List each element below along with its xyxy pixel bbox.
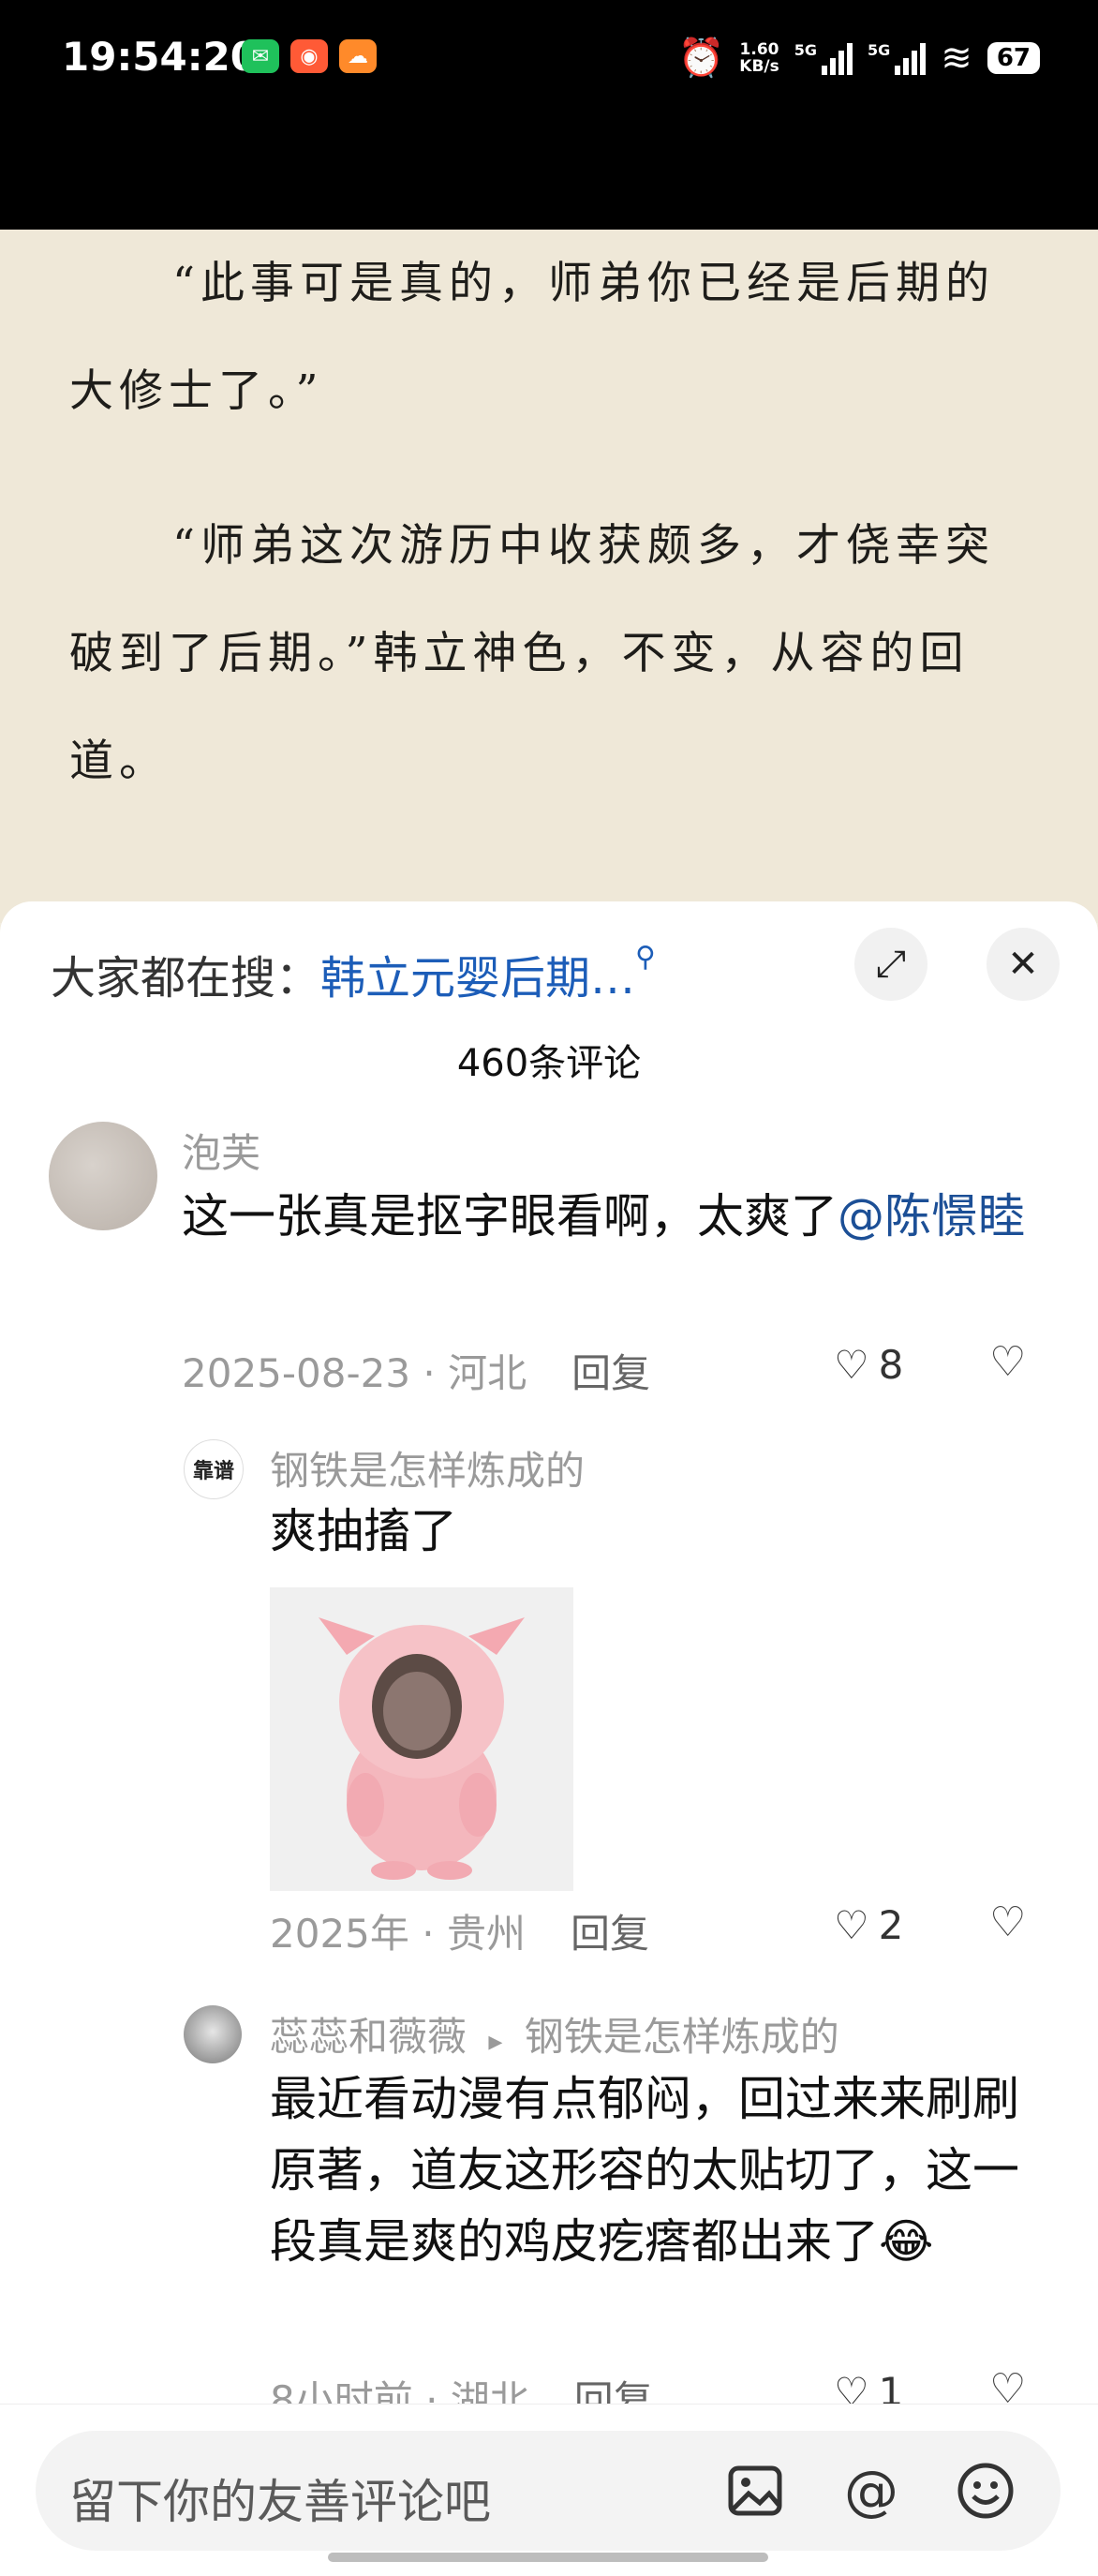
expand-button[interactable]: ⤢	[854, 928, 927, 1001]
trending-search-link[interactable]: 韩立元婴后期…	[320, 952, 635, 1005]
avatar[interactable]	[184, 2005, 242, 2063]
reply-to-username[interactable]: 钢铁是怎样炼成的	[525, 2014, 839, 2060]
heart-icon: ♡	[834, 1342, 869, 1388]
status-indicators: ⏰ 1.60 KB/s 5G 5G ≋ 67	[677, 36, 1040, 80]
comment-username[interactable]: 蕊蕊和薇薇	[270, 2014, 467, 2060]
status-time: 19:54:20	[62, 34, 258, 80]
dislike-icon[interactable]: ♡	[989, 1338, 1026, 1386]
meme-image[interactable]	[270, 1587, 573, 1891]
comment-composer: 留下你的友善评论吧 @	[0, 2404, 1098, 2576]
pig-sticker-icon	[319, 1617, 525, 1880]
dislike-icon[interactable]: ♡	[989, 1898, 1026, 1946]
wifi-icon: ≋	[941, 36, 972, 80]
like-count: 8	[878, 1342, 904, 1388]
search-icon: ⚲	[635, 941, 657, 974]
comment-count: 460条评论	[456, 1042, 642, 1085]
trending-search[interactable]: 大家都在搜：韩立元婴后期…⚲	[51, 941, 656, 1006]
comment-text: 最近看动漫有点郁闷，回过来来刷刷原著，道友这形容的太贴切了，这一段真是爽的鸡皮疙…	[270, 2072, 1019, 2269]
reader-paragraph: “师弟这次游历中收获颇多，才侥幸突破到了后期。”韩立神色，不变，从容的回道。	[69, 520, 996, 787]
expand-icon: ⤢	[876, 943, 906, 986]
comment-meta: 2025年 · 贵州 回复	[270, 1911, 649, 1957]
comment-text: 这一张真是抠字眼看啊，太爽了@陈憬睦	[182, 1189, 1025, 1243]
comment-text: 爽抽搐了	[270, 1504, 457, 1558]
signal-icon: 5G	[794, 41, 853, 75]
reply-arrow-icon: ▸	[488, 2025, 503, 2058]
reply-button[interactable]: 回复	[571, 1350, 650, 1396]
close-icon: ✕	[1007, 943, 1039, 986]
status-bar: 19:54:20 ✉ ◉ ☁ ⏰ 1.60 KB/s 5G 5G ≋ 67	[0, 0, 1098, 230]
like-count: 2	[878, 1902, 904, 1948]
like-button[interactable]: ♡ 8	[834, 1342, 903, 1388]
comment-input[interactable]: 留下你的友善评论吧 @	[36, 2431, 1061, 2551]
comment-username[interactable]: 钢铁是怎样炼成的	[270, 1439, 585, 1496]
reader-paragraph: “此事可是真的，师弟你已经是后期的大修士了。”	[69, 258, 996, 417]
comment-input-placeholder: 留下你的友善评论吧	[69, 2475, 491, 2529]
avatar[interactable]	[49, 1122, 157, 1230]
message-icon: ☁	[339, 39, 377, 73]
like-button[interactable]: ♡ 2	[834, 1902, 903, 1948]
at-icon[interactable]: @	[836, 2455, 907, 2526]
reader-page[interactable]: “此事可是真的，师弟你已经是后期的大修士了。” “师弟这次游历中收获颇多，才侥幸…	[0, 230, 1098, 923]
home-indicator[interactable]	[328, 2553, 768, 2562]
avatar[interactable]: 靠谱	[184, 1439, 244, 1499]
comment-meta: 2025-08-23 · 河北 回复	[182, 1350, 651, 1396]
emoji-icon[interactable]	[950, 2455, 1021, 2526]
signal-icon-2: 5G	[868, 41, 927, 75]
close-button[interactable]: ✕	[987, 928, 1060, 1001]
heart-icon: ♡	[834, 1902, 869, 1948]
app-icon-orange: ◉	[290, 39, 328, 73]
battery-indicator: 67	[987, 41, 1040, 74]
comments-sheet: 大家都在搜：韩立元婴后期…⚲ ⤢ ✕ 460条评论 泡芙 这一张真是抠字眼看啊，…	[0, 901, 1098, 2575]
alarm-icon: ⏰	[677, 37, 725, 80]
comment-username-row: 蕊蕊和薇薇 ▸ 钢铁是怎样炼成的	[270, 2005, 839, 2062]
trending-search-prefix: 大家都在搜：	[51, 952, 321, 1005]
notification-icons: ✉ ◉ ☁	[242, 39, 377, 73]
image-icon[interactable]	[720, 2455, 791, 2526]
mention-link[interactable]: @陈憬睦	[838, 1189, 1025, 1243]
network-speed: 1.60 KB/s	[739, 39, 779, 76]
comment-username[interactable]: 泡芙	[182, 1122, 260, 1179]
reply-button[interactable]: 回复	[571, 1911, 649, 1957]
laugh-cry-icon: 😂	[879, 2214, 934, 2269]
wechat-icon: ✉	[242, 39, 279, 73]
